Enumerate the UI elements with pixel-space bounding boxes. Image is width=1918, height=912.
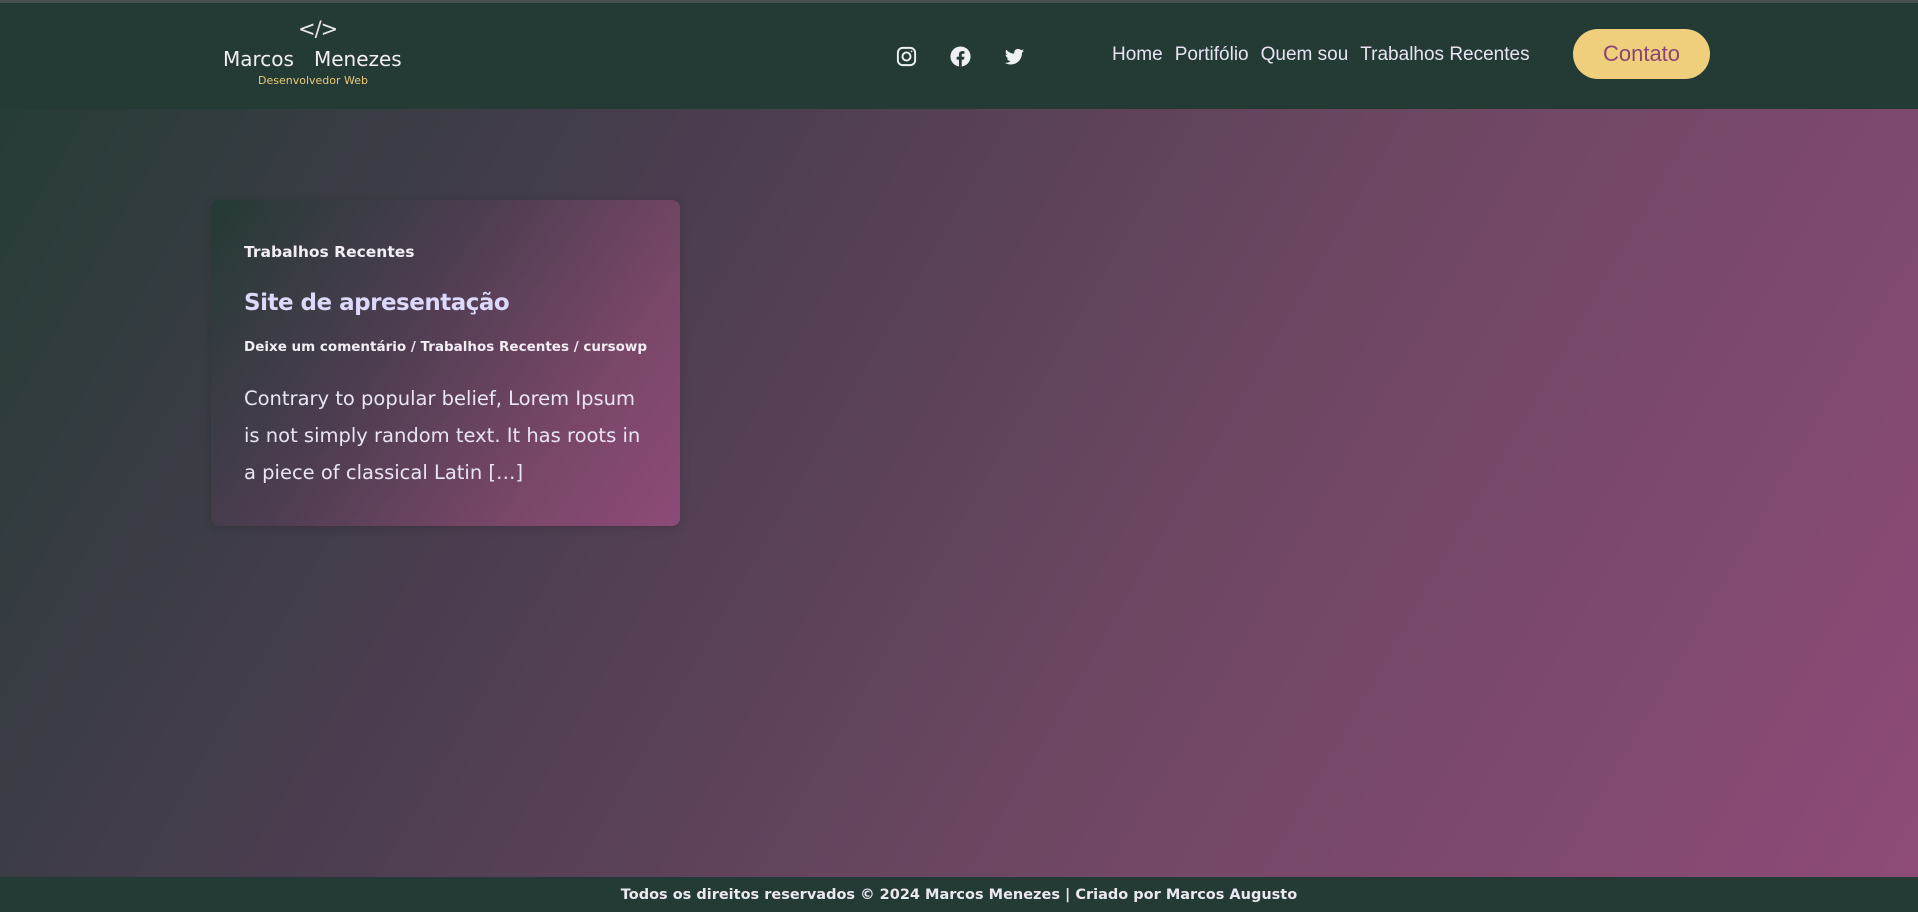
- post-title[interactable]: Site de apresentação: [244, 290, 510, 316]
- contato-button[interactable]: Contato: [1573, 29, 1710, 79]
- logo-first-name: Marcos: [223, 47, 294, 71]
- post-excerpt: Contrary to popular belief, Lorem Ipsum …: [244, 387, 641, 484]
- main-nav: Home Portifólio Quem sou Trabalhos Recen…: [1112, 44, 1530, 66]
- code-icon: </>: [298, 17, 338, 41]
- nav-quem-sou[interactable]: Quem sou: [1261, 44, 1349, 66]
- post-card: Trabalhos Recentes Site de apresentação …: [211, 200, 680, 526]
- nav-home[interactable]: Home: [1112, 44, 1163, 66]
- meta-separator: /: [569, 339, 584, 355]
- twitter-icon[interactable]: [1001, 43, 1027, 69]
- footer-copyright: Todos os direitos reservados © 2024 Marc…: [620, 886, 1298, 903]
- site-logo[interactable]: </> Marcos Menezes Desenvolvedor Web: [222, 17, 408, 89]
- post-author[interactable]: cursowp: [583, 339, 647, 355]
- site-header: </> Marcos Menezes Desenvolvedor Web Home…: [0, 3, 1918, 109]
- logo-name: Marcos Menezes: [223, 47, 402, 71]
- nav-trabalhos-recentes[interactable]: Trabalhos Recentes: [1360, 44, 1529, 66]
- meta-separator: /: [406, 339, 421, 355]
- logo-subtitle: Desenvolvedor Web: [258, 74, 368, 87]
- instagram-icon[interactable]: [893, 43, 919, 69]
- post-meta-category[interactable]: Trabalhos Recentes: [421, 339, 569, 355]
- post-meta: Deixe um comentário / Trabalhos Recentes…: [244, 339, 647, 355]
- site-footer: Todos os direitos reservados © 2024 Marc…: [0, 877, 1918, 912]
- main-content: Trabalhos Recentes Site de apresentação …: [0, 109, 1918, 877]
- logo-last-name: Menezes: [313, 47, 402, 71]
- post-category[interactable]: Trabalhos Recentes: [244, 243, 414, 261]
- facebook-icon[interactable]: [947, 43, 973, 69]
- nav-portfolio[interactable]: Portifólio: [1175, 44, 1249, 66]
- post-comments-link[interactable]: Deixe um comentário: [244, 339, 406, 355]
